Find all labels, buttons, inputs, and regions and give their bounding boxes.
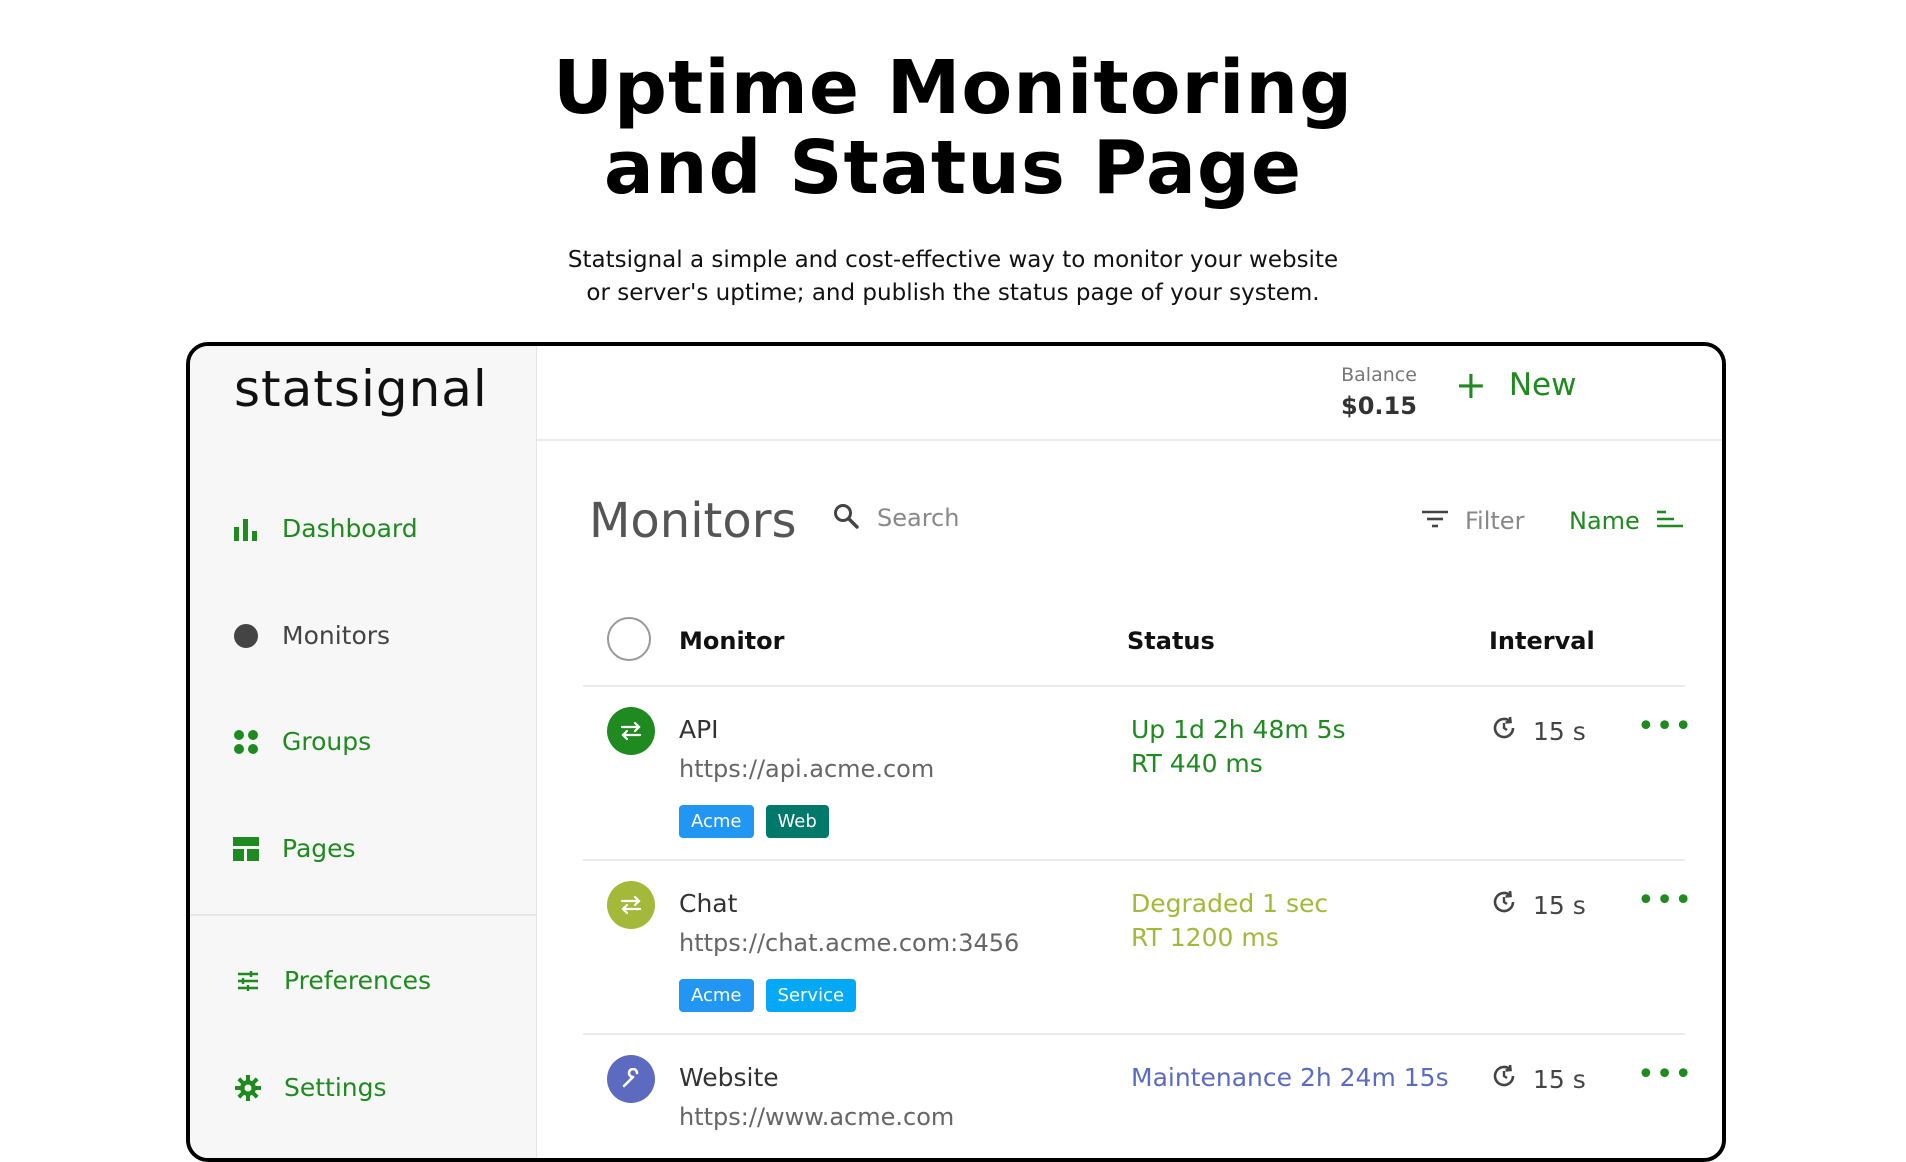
- balance-label: Balance: [1341, 364, 1417, 386]
- filter-button[interactable]: Filter: [1421, 507, 1524, 535]
- sidebar-item-groups[interactable]: Groups: [232, 727, 371, 756]
- logo-text: statsignal: [234, 360, 488, 418]
- tag-badge[interactable]: Acme: [679, 979, 754, 1012]
- hero-title-line1: Uptime Monitoring: [552, 45, 1354, 131]
- page-title: Monitors: [589, 493, 797, 549]
- column-header-status: Status: [1127, 627, 1215, 655]
- interval: 15 s: [1491, 1063, 1586, 1095]
- topbar: Balance $0.15 + New ⌄: [537, 346, 1722, 441]
- main-content: Monitors Filter Name Monitor Status: [537, 441, 1722, 1158]
- sidebar-item-monitors[interactable]: Monitors: [232, 621, 390, 650]
- interval-value: 15 s: [1533, 890, 1586, 920]
- gear-icon: [234, 1074, 262, 1102]
- hero-title-line2: and Status Page: [603, 125, 1303, 211]
- more-options-icon[interactable]: •••: [1637, 709, 1693, 744]
- tag-badge[interactable]: Web: [765, 805, 829, 838]
- interval: 15 s: [1491, 715, 1586, 747]
- sort-label: Name: [1569, 507, 1640, 535]
- filter-label: Filter: [1465, 507, 1525, 535]
- transfer-icon: [607, 707, 655, 755]
- search-box: [833, 503, 1179, 533]
- monitor-name[interactable]: API: [679, 715, 719, 744]
- sidebar-item-label: Preferences: [284, 966, 432, 995]
- sidebar-item-label: Monitors: [282, 621, 391, 650]
- sort-button[interactable]: Name: [1569, 507, 1684, 535]
- status-text: Degraded 1 sec: [1131, 889, 1329, 918]
- sidebar-item-label: Groups: [282, 727, 372, 756]
- column-header-interval: Interval: [1489, 627, 1595, 655]
- monitor-name[interactable]: Chat: [679, 889, 737, 918]
- response-time: RT 1200 ms: [1131, 923, 1279, 952]
- interval: 15 s: [1491, 889, 1586, 921]
- hero-subtitle: Statsignal a simple and cost-effective w…: [0, 244, 1906, 310]
- monitor-url: https://chat.acme.com:3456: [679, 929, 1020, 957]
- sidebar-item-label: Pages: [282, 834, 356, 863]
- transfer-icon: [607, 881, 655, 929]
- table-row[interactable]: Website https://www.acme.com Maintenance…: [583, 1035, 1692, 1158]
- hero-subtitle-line1: Statsignal a simple and cost-effective w…: [567, 247, 1339, 273]
- clock-refresh-icon: [1491, 1063, 1517, 1095]
- sidebar: statsignal Dashboard Monitors Groups Pag: [190, 346, 537, 1158]
- plus-icon: +: [1455, 363, 1487, 407]
- sidebar-item-pages[interactable]: Pages: [232, 834, 356, 863]
- sidebar-divider: [190, 914, 536, 916]
- monitor-url: https://api.acme.com: [679, 755, 935, 783]
- tag-badge[interactable]: Acme: [679, 805, 754, 838]
- sidebar-item-preferences[interactable]: Preferences: [234, 966, 431, 995]
- more-options-icon[interactable]: •••: [1637, 883, 1693, 918]
- hero-title: Uptime Monitoring and Status Page: [0, 48, 1906, 208]
- sidebar-item-dashboard[interactable]: Dashboard: [232, 514, 418, 543]
- monitors-table: Monitor Status Interval API https://api.…: [583, 579, 1692, 1158]
- grid-dots-icon: [232, 728, 260, 756]
- app-window: statsignal Dashboard Monitors Groups Pag: [186, 342, 1726, 1162]
- monitor-tags: Acme Service: [679, 979, 857, 1012]
- more-options-icon[interactable]: •••: [1637, 1057, 1693, 1092]
- select-all-checkbox[interactable]: [607, 617, 651, 661]
- sidebar-item-settings[interactable]: Settings: [234, 1073, 387, 1102]
- monitor-tags: Acme Web: [679, 805, 829, 838]
- new-button[interactable]: + New: [1455, 366, 1576, 404]
- column-header-monitor: Monitor: [679, 627, 785, 655]
- interval-value: 15 s: [1533, 716, 1586, 746]
- new-button-label: New: [1508, 367, 1577, 403]
- sidebar-item-label: Settings: [284, 1073, 387, 1102]
- hero-subtitle-line2: or server's uptime; and publish the stat…: [586, 280, 1320, 306]
- wrench-icon: [607, 1055, 655, 1103]
- monitor-name[interactable]: Website: [679, 1063, 779, 1092]
- layout-icon: [232, 835, 260, 863]
- search-input[interactable]: [875, 503, 1179, 533]
- bar-chart-icon: [232, 515, 260, 543]
- table-row[interactable]: Chat https://chat.acme.com:3456 Acme Ser…: [583, 861, 1692, 1035]
- dot-icon: [232, 622, 260, 650]
- table-header: Monitor Status Interval: [583, 579, 1685, 687]
- clock-refresh-icon: [1491, 889, 1517, 921]
- status-text: Maintenance 2h 24m 15s: [1131, 1063, 1449, 1092]
- monitor-url: https://www.acme.com: [679, 1103, 955, 1131]
- response-time: RT 440 ms: [1131, 749, 1263, 778]
- interval-value: 15 s: [1533, 1064, 1586, 1094]
- status-text: Up 1d 2h 48m 5s: [1131, 715, 1346, 744]
- sidebar-item-label: Dashboard: [282, 514, 418, 543]
- clock-refresh-icon: [1491, 715, 1517, 747]
- app-logo[interactable]: statsignal: [234, 360, 488, 418]
- sort-icon: [1656, 507, 1684, 535]
- table-row[interactable]: API https://api.acme.com Acme Web Up 1d …: [583, 687, 1692, 861]
- balance-value: $0.15: [1341, 392, 1417, 420]
- tag-badge[interactable]: Service: [765, 979, 857, 1012]
- search-icon: [833, 503, 859, 533]
- filter-icon: [1421, 507, 1449, 535]
- sliders-icon: [234, 967, 262, 995]
